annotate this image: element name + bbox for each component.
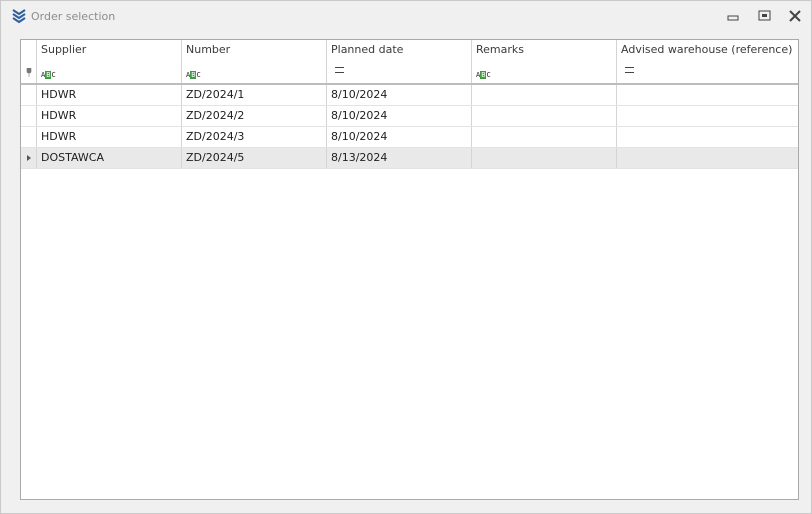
cell-planned-date[interactable]: 8/10/2024 — [327, 106, 472, 126]
cell-number[interactable]: ZD/2024/5 — [182, 148, 327, 168]
cell-remarks[interactable] — [472, 148, 617, 168]
table-row[interactable]: HDWR ZD/2024/2 8/10/2024 — [21, 106, 798, 127]
cell-number[interactable]: ZD/2024/2 — [182, 106, 327, 126]
row-indicator[interactable] — [21, 148, 37, 168]
row-indicator[interactable] — [21, 127, 37, 147]
pin-icon — [26, 67, 32, 80]
restore-button[interactable] — [758, 10, 772, 22]
title-bar[interactable]: Order selection — [1, 1, 811, 29]
window-title: Order selection — [31, 10, 116, 23]
cell-planned-date[interactable]: 8/10/2024 — [327, 127, 472, 147]
cell-advised-warehouse[interactable] — [617, 148, 798, 168]
filter-cell-planned-date[interactable] — [327, 61, 472, 83]
table-row[interactable]: HDWR ZD/2024/3 8/10/2024 — [21, 127, 798, 148]
cell-remarks[interactable] — [472, 127, 617, 147]
filter-cell-advised-warehouse[interactable] — [617, 61, 798, 83]
cell-number[interactable]: ZD/2024/1 — [182, 85, 327, 105]
cell-advised-warehouse[interactable] — [617, 106, 798, 126]
text-filter-icon[interactable]: ABC — [476, 71, 491, 80]
cell-advised-warehouse[interactable] — [617, 127, 798, 147]
cell-advised-warehouse[interactable] — [617, 85, 798, 105]
column-header-number[interactable]: Number — [182, 40, 327, 61]
app-chevrons-icon — [11, 8, 27, 24]
minimize-button[interactable] — [727, 10, 741, 22]
table-row-focused[interactable]: DOSTAWCA ZD/2024/5 8/13/2024 — [21, 148, 798, 169]
text-filter-icon[interactable]: ABC — [186, 71, 201, 80]
current-row-arrow-icon — [27, 155, 31, 161]
close-button[interactable] — [788, 10, 802, 22]
filter-cell-remarks[interactable]: ABC — [472, 61, 617, 83]
equals-filter-icon[interactable] — [335, 67, 344, 73]
cell-supplier[interactable]: DOSTAWCA — [37, 148, 182, 168]
orders-grid[interactable]: Supplier Number Planned date Remarks Adv… — [20, 39, 799, 500]
cell-supplier[interactable]: HDWR — [37, 127, 182, 147]
row-indicator[interactable] — [21, 106, 37, 126]
table-row[interactable]: HDWR ZD/2024/1 8/10/2024 — [21, 85, 798, 106]
order-selection-window: Order selection Supplier Number Planned … — [0, 0, 812, 514]
cell-planned-date[interactable]: 8/13/2024 — [327, 148, 472, 168]
cell-remarks[interactable] — [472, 85, 617, 105]
column-header-remarks[interactable]: Remarks — [472, 40, 617, 61]
header-indicator-cell — [21, 40, 37, 61]
column-header-planned-date[interactable]: Planned date — [327, 40, 472, 61]
text-filter-icon[interactable]: ABC — [41, 71, 56, 80]
cell-planned-date[interactable]: 8/10/2024 — [327, 85, 472, 105]
cell-remarks[interactable] — [472, 106, 617, 126]
cell-supplier[interactable]: HDWR — [37, 106, 182, 126]
column-header-supplier[interactable]: Supplier — [37, 40, 182, 61]
restore-icon — [758, 10, 771, 21]
grid-header: Supplier Number Planned date Remarks Adv… — [21, 40, 798, 62]
cell-supplier[interactable]: HDWR — [37, 85, 182, 105]
filter-cell-supplier[interactable]: ABC — [37, 61, 182, 83]
minimize-icon — [727, 15, 739, 21]
column-header-advised-warehouse[interactable]: Advised warehouse (reference) — [617, 40, 798, 61]
auto-filter-row: ABC ABC ABC — [21, 61, 798, 85]
row-indicator[interactable] — [21, 85, 37, 105]
equals-filter-icon[interactable] — [625, 67, 634, 73]
cell-number[interactable]: ZD/2024/3 — [182, 127, 327, 147]
filter-indicator-cell — [21, 61, 37, 83]
close-icon — [789, 10, 801, 22]
filter-cell-number[interactable]: ABC — [182, 61, 327, 83]
